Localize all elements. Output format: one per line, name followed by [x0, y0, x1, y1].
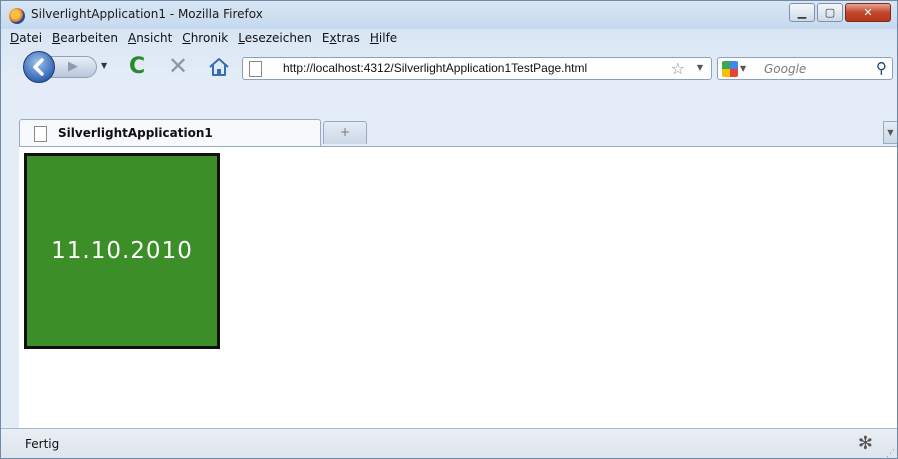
close-button[interactable]: ✕ — [845, 3, 891, 22]
date-text: 11.10.2010 — [51, 238, 193, 264]
engine-dropdown-icon[interactable]: ▼ — [740, 64, 746, 73]
back-arrow-icon — [33, 58, 44, 76]
menu-chronik[interactable]: Chronik — [177, 29, 233, 49]
search-bar[interactable]: ▼ Google ⚲ — [717, 57, 893, 80]
forward-arrow-icon: ▶ — [68, 59, 78, 74]
menu-lesezeichen[interactable]: Lesezeichen — [233, 29, 317, 49]
history-dropdown-icon[interactable]: ▼ — [101, 61, 107, 70]
url-dropdown-icon[interactable]: ▼ — [697, 63, 703, 72]
stop-icon[interactable]: ✕ — [168, 54, 188, 78]
search-input[interactable]: Google — [764, 62, 806, 76]
tab-strip: SilverlightApplication1 + ▼ — [1, 117, 897, 146]
window-controls: ▁ ▢ ✕ — [787, 3, 891, 23]
url-input[interactable]: http://localhost:4312/SilverlightApplica… — [283, 61, 587, 75]
page-content: 11.10.2010 — [19, 146, 897, 428]
menu-datei[interactable]: Datei — [5, 29, 47, 49]
bookmark-star-icon[interactable]: ☆ — [671, 59, 685, 78]
home-icon[interactable] — [208, 57, 230, 77]
new-tab-button[interactable]: + — [323, 121, 367, 144]
tab-list-button[interactable]: ▼ — [883, 121, 897, 144]
page-icon — [249, 61, 262, 77]
silverlight-date-box: 11.10.2010 — [24, 153, 220, 349]
status-bar: Fertig ✻ ⋰ — [1, 428, 897, 458]
status-text: Fertig — [25, 437, 60, 451]
menu-ansicht[interactable]: Ansicht — [123, 29, 177, 49]
firefox-icon — [9, 8, 25, 24]
menu-bearbeiten[interactable]: Bearbeiten — [47, 29, 123, 49]
reload-icon[interactable]: C — [129, 56, 145, 78]
navigation-toolbar: ▶ ▼ C ✕ http://localhost:4312/Silverligh… — [1, 49, 897, 87]
menu-hilfe[interactable]: Hilfe — [365, 29, 402, 49]
forward-button[interactable]: ▶ — [51, 56, 97, 78]
menu-extras[interactable]: Extras — [317, 29, 365, 49]
tab-silverlight[interactable]: SilverlightApplication1 — [19, 119, 321, 146]
minimize-button[interactable]: ▁ — [789, 3, 815, 22]
menu-bar: Datei Bearbeiten Ansicht Chronik Lesezei… — [1, 29, 897, 49]
tab-label: SilverlightApplication1 — [58, 126, 213, 140]
browser-window: SilverlightApplication1 - Mozilla Firefo… — [0, 0, 898, 459]
url-bar[interactable]: http://localhost:4312/SilverlightApplica… — [242, 57, 712, 80]
addon-bug-icon[interactable]: ✻ — [858, 433, 873, 454]
search-engine-icon[interactable] — [722, 61, 738, 77]
search-icon[interactable]: ⚲ — [876, 59, 887, 77]
resize-grip-icon[interactable]: ⋰ — [886, 449, 895, 458]
page-icon — [34, 126, 47, 142]
title-bar: SilverlightApplication1 - Mozilla Firefo… — [1, 1, 897, 29]
window-title: SilverlightApplication1 - Mozilla Firefo… — [31, 7, 263, 21]
maximize-button[interactable]: ▢ — [817, 3, 843, 22]
back-button[interactable] — [23, 51, 55, 83]
